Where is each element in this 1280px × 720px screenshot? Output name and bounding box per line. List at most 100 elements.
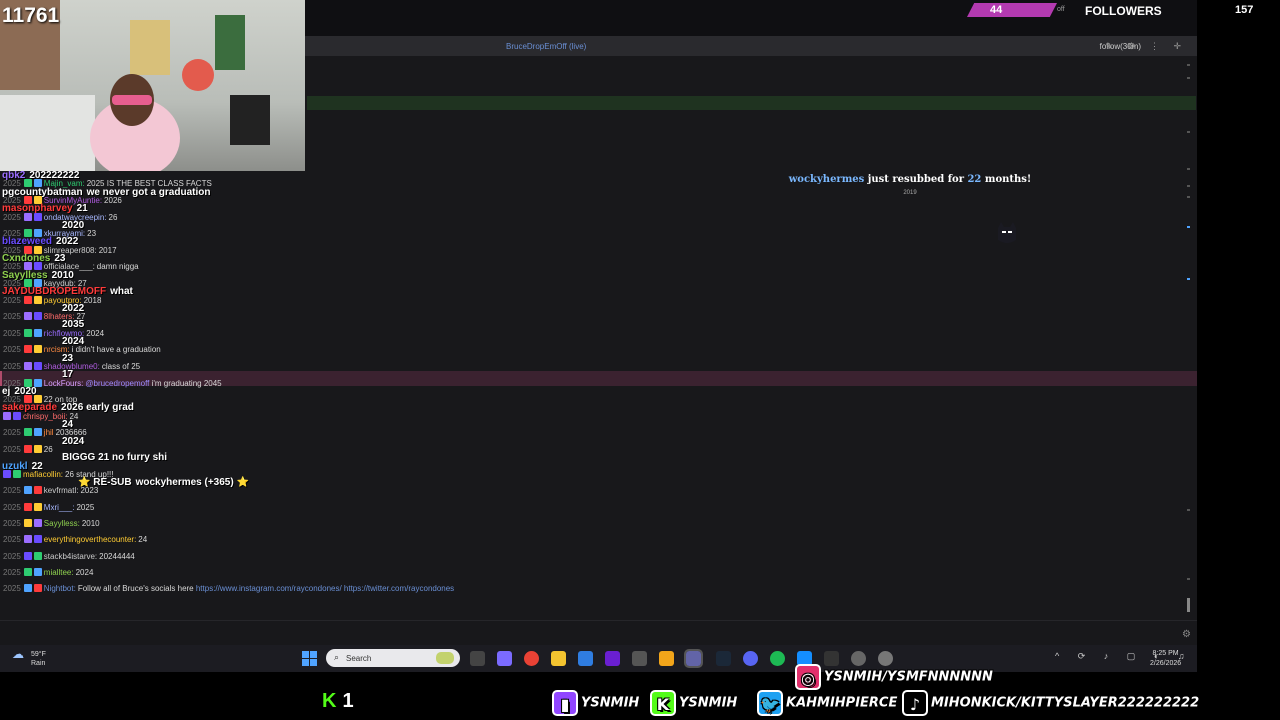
followers-label: FOLLOWERS bbox=[1085, 4, 1162, 18]
chat-link[interactable]: https://www.instagram.com/raycondones/ h… bbox=[194, 584, 454, 593]
follower-obscured-text: off bbox=[1057, 6, 1065, 13]
taskview-icon[interactable] bbox=[470, 651, 485, 666]
chat-timestamp: 2025 bbox=[3, 567, 21, 577]
chat-badge-icon bbox=[23, 486, 32, 495]
chat-username[interactable]: chrispy_boii: bbox=[23, 412, 67, 421]
chat-badge-icon bbox=[33, 212, 42, 221]
twitter-icon: 🐦 bbox=[757, 690, 783, 716]
chat-input-bar[interactable]: ⚙ bbox=[0, 620, 1197, 645]
clock-date: 2/26/2026 bbox=[1150, 660, 1182, 667]
chat-badge-icon bbox=[33, 486, 42, 495]
chat-username[interactable]: Nightbot: bbox=[44, 584, 76, 593]
taskbar-clock[interactable]: 8:25 PM 2/26/2026 bbox=[1150, 649, 1181, 669]
chat-text: 23 bbox=[87, 229, 97, 239]
chat-text: 2024 bbox=[62, 435, 85, 447]
chat-badge-icon bbox=[33, 519, 42, 527]
chat-badge-icon bbox=[23, 328, 32, 337]
chat-text: 20244444 bbox=[99, 551, 135, 561]
store-icon[interactable] bbox=[578, 651, 593, 666]
chat-badge-icon bbox=[33, 345, 42, 354]
rain-cloud-icon: ☁ bbox=[12, 647, 24, 661]
chat-badge-icon bbox=[33, 295, 42, 304]
social-handle: 🐦 KAHMIHPIERCE bbox=[757, 690, 897, 720]
channel-title[interactable]: BruceDropEmOff (live) bbox=[506, 42, 586, 51]
chat-username[interactable]: Mxri___: bbox=[44, 503, 75, 512]
steam-icon[interactable] bbox=[716, 651, 731, 666]
discord-icon[interactable] bbox=[743, 651, 758, 666]
chat-badge-icon bbox=[23, 345, 32, 354]
tiktok-icon: ♪ bbox=[902, 690, 928, 716]
chat-header-icons[interactable]: ✎ ⚙ ⋮ ✛ bbox=[1105, 41, 1187, 52]
chat-badge-icon bbox=[3, 469, 11, 478]
resub-year: 2019 bbox=[903, 190, 917, 196]
chat-text: 2010 bbox=[81, 519, 100, 528]
chat-message: 2025 richflowmo: 2024 bbox=[3, 328, 105, 338]
chat-badge-icon bbox=[23, 551, 32, 560]
resub-user: wockyhermes bbox=[788, 174, 865, 185]
chat-username[interactable]: everythingoverthecounter: bbox=[44, 535, 137, 544]
social-handle-text: YSNMIH/YSMFNNNNNN bbox=[824, 669, 993, 685]
chat-timestamp: 2025 bbox=[3, 328, 21, 338]
chat-badge-icon bbox=[23, 519, 32, 527]
chat-timestamp: 2025 bbox=[3, 428, 21, 438]
chat-settings-icon[interactable]: ⚙ bbox=[1182, 629, 1191, 640]
chat-username[interactable]: stackb4istarve: bbox=[44, 552, 97, 561]
windows-start-icon[interactable] bbox=[302, 651, 317, 666]
chat-text: i'm graduating 2045 bbox=[151, 378, 222, 388]
chat-text: 2023 bbox=[80, 486, 99, 496]
chat-username[interactable]: LockFours: bbox=[44, 379, 84, 388]
chat-username[interactable]: Sayylless: bbox=[44, 519, 80, 528]
search-highlight-icon bbox=[436, 652, 454, 664]
obs-icon[interactable] bbox=[605, 651, 620, 666]
pinned-banner bbox=[307, 96, 1196, 110]
chat-message: 2025 everythingoverthecounter: 24 bbox=[3, 535, 147, 544]
chat-message: ⭐ RE-SUB wockyhermes (+365) ⭐ bbox=[78, 477, 249, 488]
chat-message: 2024 bbox=[62, 436, 84, 447]
spotify-icon[interactable] bbox=[770, 651, 785, 666]
chat-timestamp: 2025 bbox=[3, 212, 21, 222]
resub-text-after: months! bbox=[984, 174, 1032, 185]
chat-username[interactable]: mialltee: bbox=[44, 568, 74, 577]
social-handle: ♪ MIHONKICK/KITTYSLAYER222222222 bbox=[902, 690, 1199, 720]
chat-timestamp: 2025 bbox=[3, 519, 21, 528]
app-icon[interactable] bbox=[632, 651, 647, 666]
social-handle-text: MIHONKICK/KITTYSLAYER222222222 bbox=[931, 695, 1200, 711]
chat-mention[interactable]: @brucedropemoff bbox=[85, 379, 151, 388]
chat-username[interactable]: RE-SUB bbox=[93, 477, 131, 488]
chat-text: 2024 bbox=[86, 328, 105, 338]
chat-username[interactable]: mafiacollin: bbox=[23, 470, 63, 479]
chat-message: BIGGG 21 no furry shi bbox=[62, 452, 167, 463]
chat-text: 2026 bbox=[104, 195, 122, 205]
chat-text: what bbox=[110, 286, 133, 298]
chat-text: 2017 bbox=[98, 245, 117, 255]
social-handle: K YSNMIH bbox=[650, 690, 737, 720]
webcam-feed: 11761 bbox=[0, 0, 305, 171]
chat-timestamp: 2025 bbox=[3, 535, 21, 545]
chrome-icon[interactable] bbox=[524, 651, 539, 666]
resub-text-before: just resubbed for bbox=[867, 174, 964, 185]
chat-timestamp: 2025 bbox=[3, 345, 21, 355]
search-placeholder: Search bbox=[346, 654, 372, 663]
twitch-icon: ▮ bbox=[552, 690, 578, 716]
chat-text: BIGGG 21 no furry shi bbox=[62, 452, 168, 464]
resub-months: 22 bbox=[967, 174, 982, 185]
chat-username[interactable]: jhil bbox=[44, 428, 54, 437]
chat-message: 2025 mialltee: 2024 bbox=[3, 567, 93, 577]
chat-timestamp: 2025 bbox=[3, 295, 21, 305]
clock-time: 8:25 PM bbox=[1152, 650, 1179, 657]
chat-timestamp: 2025 bbox=[3, 444, 21, 454]
folder-icon[interactable] bbox=[659, 651, 674, 666]
chat-badge-icon bbox=[23, 502, 32, 511]
taskbar-search[interactable]: ⌕ Search bbox=[326, 649, 460, 667]
widgets-icon[interactable] bbox=[497, 651, 512, 666]
chat-badge-icon bbox=[23, 295, 32, 304]
chat-username[interactable]: kevfrmatl: bbox=[44, 486, 79, 495]
chat-timestamp: 2025 bbox=[3, 502, 21, 512]
chat-message: 2025 Sayylless: 2010 bbox=[3, 519, 100, 528]
chat-badge-icon bbox=[33, 502, 42, 511]
teams-icon[interactable] bbox=[684, 649, 703, 668]
social-handle: ▮ YSNMIH bbox=[552, 690, 639, 720]
chat-badge-icon bbox=[33, 361, 42, 370]
file-explorer-icon[interactable] bbox=[551, 651, 566, 666]
chat-badge-icon bbox=[33, 428, 42, 437]
